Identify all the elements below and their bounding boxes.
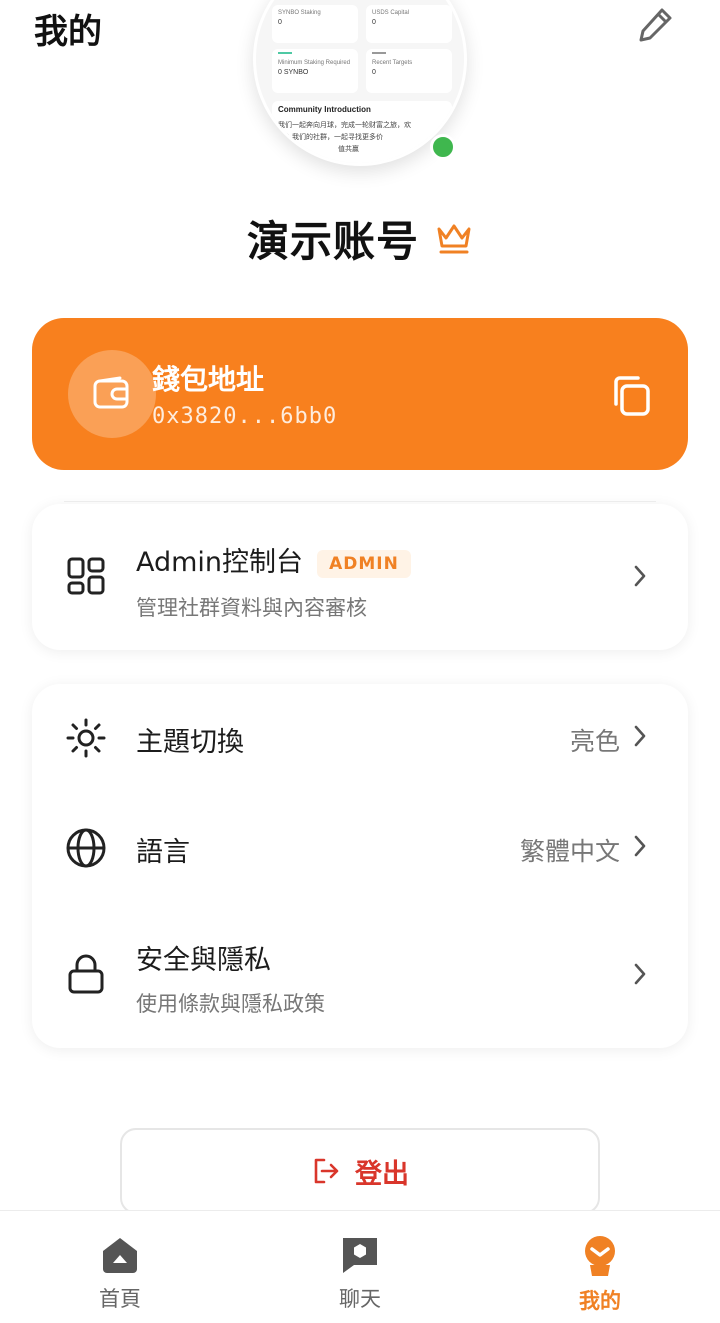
username: 演示账号 [246,216,419,266]
chevron-right-icon [630,722,650,750]
settings-item-theme[interactable]: 主題切換 亮色 [32,684,688,792]
bottom-nav: 首頁 聊天 我的 [0,1210,720,1322]
settings-item-value: 亮色 [569,727,620,756]
dashboard-grid-icon-wrap [64,554,108,598]
divider [64,501,656,502]
settings-item-language[interactable]: 語言 繁體中文 [32,794,688,902]
online-status-dot [430,134,456,160]
wallet-title: 錢包地址 [152,363,265,396]
edit-profile-button[interactable] [634,4,678,44]
globe-icon [66,828,106,868]
dashboard-grid-icon [67,557,105,595]
admin-subtitle: 管理社群資料與內容審核 [136,596,367,620]
nav-label: 聊天 [339,1287,381,1311]
settings-item-label: 安全與隱私 [136,945,271,976]
preview-card: Recent Targets 0 [366,49,452,93]
logout-label: 登出 [355,1158,409,1190]
preview-card: USDS Capital 0 [366,5,452,43]
page-title: 我的 [34,12,102,52]
nav-label: 首頁 [99,1287,141,1311]
wallet-card [32,318,688,470]
logout-button[interactable]: 登出 [120,1128,600,1214]
preview-card: Minimum Staking Required 0 SYNBO [272,49,358,93]
chevron-right-icon [630,832,650,860]
wallet-address: 0x3820...6bb0 [152,404,338,429]
nav-item-chat[interactable]: 聊天 [290,1211,430,1323]
admin-console-card[interactable]: Admin控制台 ADMIN 管理社群資料與內容審核 [32,504,688,650]
preview-bar [372,52,386,54]
nav-label-active: 我的 [579,1289,621,1313]
profile-icon [585,1236,615,1276]
wallet-icon-circle [68,350,156,438]
settings-item-label: 主題切換 [136,727,244,758]
admin-title-row: Admin控制台 ADMIN [136,540,411,579]
settings-item-subtitle: 使用條款與隱私政策 [136,992,325,1016]
preview-bar [278,52,292,54]
chevron-right-icon [630,960,650,988]
settings-item-value: 繁體中文 [519,837,620,866]
settings-item-security[interactable]: 安全與隱私 使用條款與隱私政策 [32,904,688,1044]
sun-icon [66,718,106,758]
crown-icon [437,224,471,254]
username-row: 演示账号 [0,208,720,268]
pencil-icon [639,8,672,42]
preview-intro-card: Community Introduction 我们一起奔向月球，完成一轮财富之旅… [272,101,452,163]
nav-item-home[interactable]: 首頁 [50,1211,190,1323]
admin-badge: ADMIN [317,549,411,578]
copy-icon [614,376,650,416]
home-icon [103,1238,137,1273]
settings-card: 主題切換 亮色 語言 繁體中文 安全與隱私 使用條款與隱私政策 [32,684,688,1048]
settings-item-label: 語言 [136,837,190,868]
chat-icon [343,1238,377,1273]
copy-address-button[interactable] [604,370,656,422]
logout-icon [314,1158,339,1184]
lock-icon [68,954,104,994]
admin-title: Admin控制台 [136,547,304,578]
preview-card: SYNBO Staking 0 [272,5,358,43]
wallet-icon [93,376,129,409]
nav-item-profile[interactable]: 我的 [530,1211,670,1323]
chevron-right-icon [630,562,650,590]
